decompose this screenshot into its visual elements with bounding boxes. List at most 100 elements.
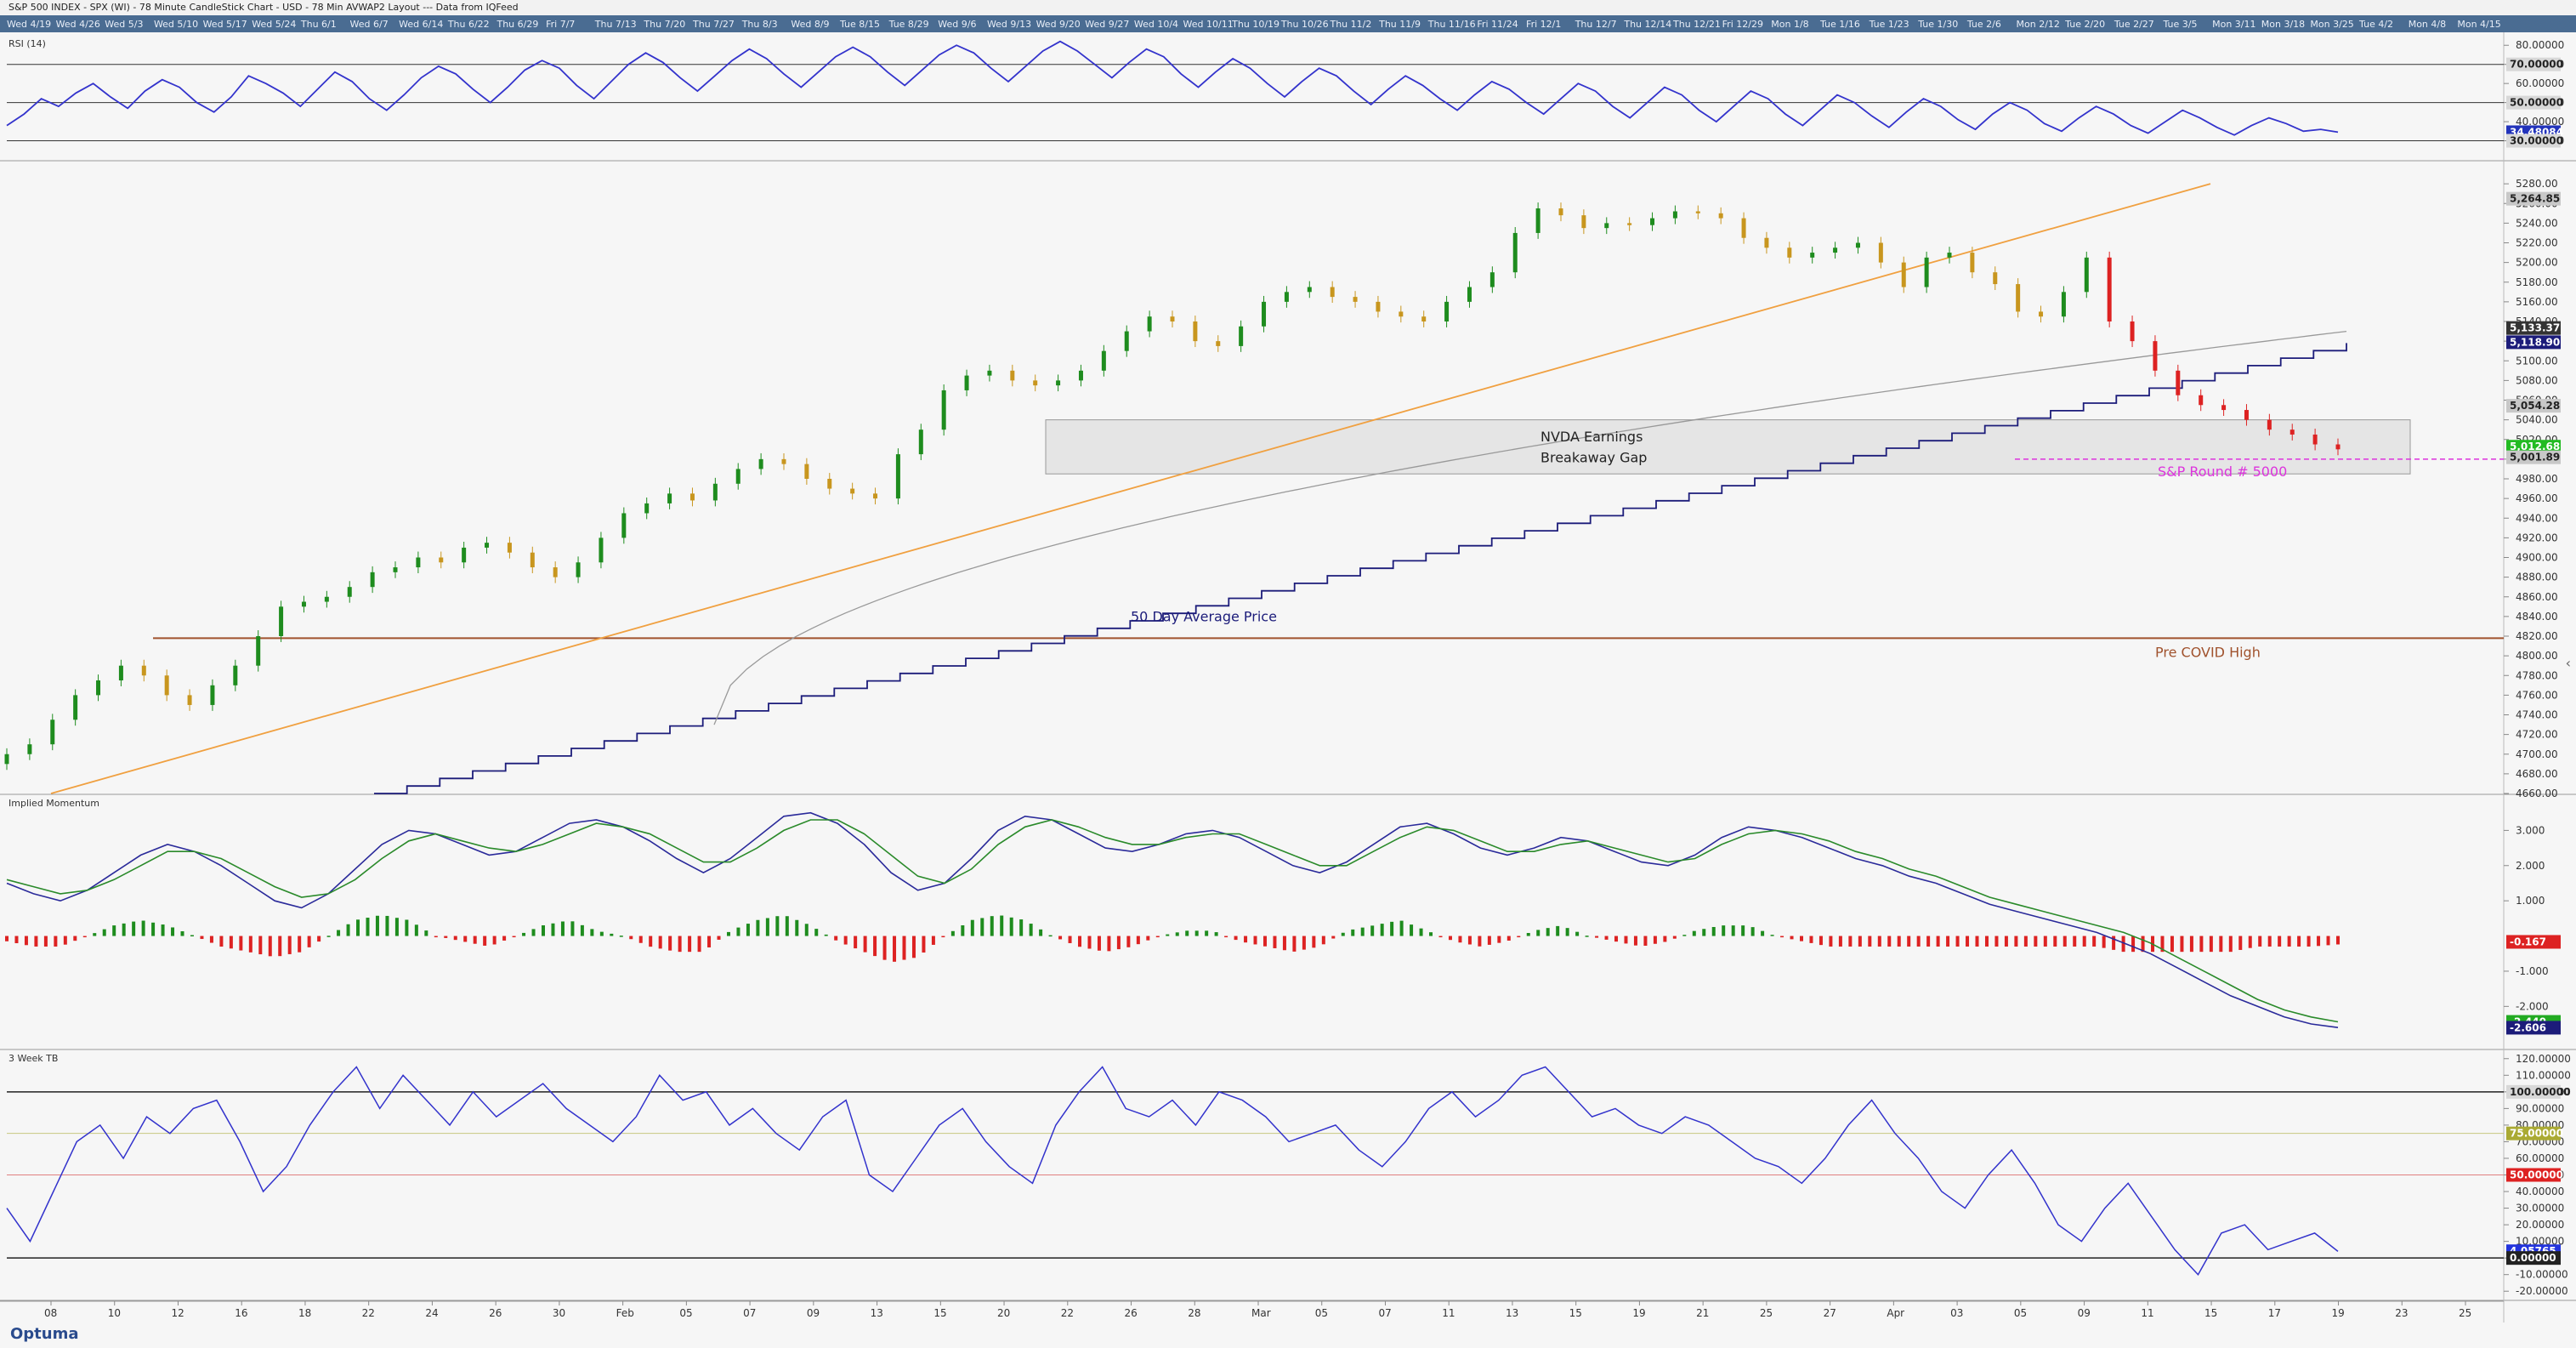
histogram-bar	[112, 925, 116, 936]
histogram-bar	[434, 936, 438, 938]
histogram-bar	[2082, 936, 2086, 947]
y-tick-label: 1.000	[2516, 895, 2545, 907]
histogram-bar	[2297, 936, 2301, 947]
optuma-logo: Optuma	[10, 1325, 79, 1343]
histogram-bar	[1039, 929, 1043, 936]
y-tick-label: 4760.00	[2516, 689, 2558, 701]
histogram-bar	[834, 936, 838, 941]
histogram-bar	[298, 936, 302, 953]
histogram-bar	[2170, 936, 2174, 953]
histogram-bar	[2131, 936, 2136, 953]
date-strip-label: Tue 1/30	[1917, 19, 1958, 30]
y-tick-label: 5200.00	[2516, 257, 2558, 269]
histogram-bar	[1399, 920, 1404, 936]
candle-body	[576, 562, 581, 577]
y-tick-label: 5280.00	[2516, 178, 2558, 190]
histogram-bar	[1185, 930, 1189, 936]
histogram-bar	[483, 936, 487, 946]
candle-body	[485, 543, 490, 548]
candle-body	[1262, 301, 1267, 327]
candle-body	[1239, 326, 1244, 346]
histogram-bar	[980, 918, 984, 936]
histogram-bar	[1624, 936, 1628, 944]
x-tick-label: 22	[362, 1307, 375, 1319]
date-strip-label: Wed 5/17	[203, 19, 247, 30]
y-tick-label: 110.00000	[2516, 1069, 2571, 1081]
histogram-bar	[893, 936, 897, 962]
candle-body	[347, 587, 352, 597]
date-strip-label: Fri 7/7	[546, 19, 575, 30]
histogram-bar	[726, 931, 730, 936]
histogram-bar	[268, 936, 272, 957]
candle-body	[462, 547, 467, 563]
candle-body	[758, 458, 763, 469]
date-strip-label: Wed 4/26	[56, 19, 100, 30]
histogram-bar	[492, 936, 496, 945]
candle-body	[2061, 292, 2066, 317]
y-tick-label: 5160.00	[2516, 296, 2558, 308]
date-strip-label: Thu 11/2	[1329, 19, 1371, 30]
histogram-bar	[1975, 936, 1979, 947]
histogram-bar	[414, 924, 418, 936]
x-tick-label: Mar	[1251, 1307, 1271, 1319]
candle-body	[370, 572, 375, 588]
histogram-bar	[1585, 936, 1589, 937]
candle-body	[644, 503, 650, 514]
histogram-bar	[424, 930, 428, 936]
histogram-bar	[911, 936, 916, 958]
histogram-bar	[2102, 936, 2106, 948]
chart-area[interactable]: RSI (14) 30.00000 40.00000 50.00000 60.00000…	[0, 32, 2576, 1322]
candle-body	[2107, 257, 2112, 321]
histogram-bar	[1058, 936, 1063, 940]
histogram-bar	[590, 929, 594, 936]
histogram-bar	[366, 918, 370, 936]
histogram-bar	[941, 936, 945, 938]
candle-body	[1558, 208, 1563, 216]
collapse-panel-icon[interactable]: ‹	[2566, 655, 2571, 671]
candle-body	[1581, 215, 1586, 229]
histogram-bar	[375, 915, 379, 936]
candle-body	[507, 543, 512, 553]
histogram-bar	[132, 921, 136, 936]
date-strip-label: Thu 6/22	[447, 19, 490, 30]
date-strip-label: Thu 7/20	[643, 19, 685, 30]
candle-body	[918, 429, 923, 455]
histogram-bar	[43, 936, 48, 947]
candle-body	[233, 665, 238, 685]
date-strip-label: Wed 9/13	[987, 19, 1031, 30]
value-badge-label: 70.00000	[2510, 59, 2563, 71]
histogram-bar	[746, 924, 750, 936]
y-tick-label: 60.00000	[2516, 77, 2564, 89]
candle-body	[2267, 419, 2272, 430]
histogram-bar	[248, 936, 252, 953]
y-tick-label: 5040.00	[2516, 414, 2558, 426]
candle-body	[416, 557, 421, 568]
x-tick-label: 08	[44, 1307, 57, 1319]
y-tick-label: 4920.00	[2516, 532, 2558, 543]
histogram-bar	[1370, 925, 1375, 936]
candle-body	[1718, 213, 1723, 219]
date-strip-label: Thu 12/14	[1623, 19, 1671, 30]
x-tick-label: 17	[2268, 1307, 2281, 1319]
histogram-bar	[1467, 936, 1472, 945]
histogram-bar	[2063, 936, 2067, 947]
x-tick-label: 28	[1188, 1307, 1200, 1319]
histogram-bar	[1175, 932, 1179, 936]
x-tick-label: 05	[1315, 1307, 1328, 1319]
candle-body	[164, 675, 169, 696]
histogram-bar	[1575, 931, 1580, 936]
histogram-bar	[54, 936, 58, 947]
candle-body	[1421, 316, 1427, 321]
histogram-bar	[1692, 930, 1696, 936]
histogram-bar	[1321, 936, 1325, 945]
histogram-bar	[1360, 927, 1365, 936]
y-tick-label: 4740.00	[2516, 709, 2558, 721]
histogram-bar	[2258, 936, 2262, 947]
histogram-bar	[93, 933, 97, 936]
date-strip-label: Wed 9/20	[1036, 19, 1081, 30]
histogram-bar	[1000, 915, 1004, 936]
value-badge-label: 5,054.28	[2510, 400, 2560, 412]
histogram-bar	[463, 936, 468, 942]
histogram-bar	[522, 932, 526, 936]
candle-body	[1489, 272, 1495, 287]
